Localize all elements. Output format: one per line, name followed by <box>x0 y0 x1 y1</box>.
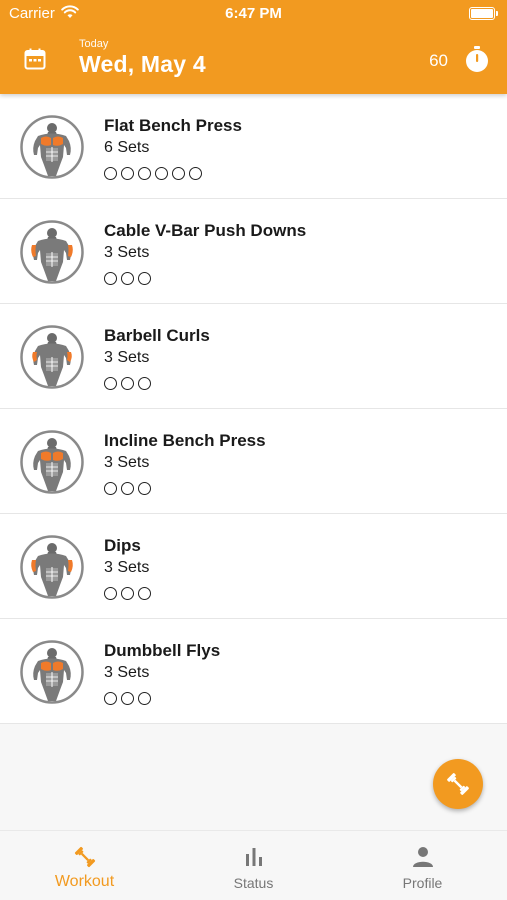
muscle-figure-icon <box>20 115 84 179</box>
calendar-icon[interactable] <box>23 47 47 71</box>
status-bar: Carrier 6:47 PM <box>0 0 507 28</box>
app-header: Carrier 6:47 PM Today Wed, May 4 60 <box>0 0 507 94</box>
set-indicator[interactable] <box>104 377 117 390</box>
clock: 6:47 PM <box>225 5 282 22</box>
tab-profile[interactable]: Profile <box>338 831 507 900</box>
exercise-list: Flat Bench Press 6 Sets Cable V-Bar Push D… <box>0 94 507 724</box>
set-indicator[interactable] <box>104 167 117 180</box>
set-progress <box>104 167 202 180</box>
dumbbell-icon <box>447 773 469 795</box>
muscle-figure-icon <box>20 640 84 704</box>
set-indicator[interactable] <box>189 167 202 180</box>
set-indicator[interactable] <box>104 272 117 285</box>
set-indicator[interactable] <box>121 167 134 180</box>
tab-status[interactable]: Status <box>169 831 338 900</box>
set-indicator[interactable] <box>104 587 117 600</box>
exercise-sets: 3 Sets <box>104 559 150 576</box>
set-progress <box>104 272 151 285</box>
tab-label: Status <box>233 875 274 891</box>
set-indicator[interactable] <box>138 482 151 495</box>
set-indicator[interactable] <box>138 272 151 285</box>
exercise-row[interactable]: Incline Bench Press 3 Sets <box>0 409 507 514</box>
exercise-row[interactable]: Barbell Curls 3 Sets <box>0 304 507 409</box>
exercise-row[interactable]: Flat Bench Press 6 Sets <box>0 94 507 199</box>
set-indicator[interactable] <box>138 587 151 600</box>
set-indicator[interactable] <box>138 377 151 390</box>
muscle-figure-icon <box>20 535 84 599</box>
set-indicator[interactable] <box>121 587 134 600</box>
exercise-sets: 3 Sets <box>104 454 150 471</box>
rest-timer-value[interactable]: 60 <box>429 51 448 71</box>
exercise-name: Cable V-Bar Push Downs <box>104 221 307 240</box>
date-subtitle: Today <box>79 38 109 50</box>
muscle-figure-icon <box>20 430 84 494</box>
set-indicator[interactable] <box>138 692 151 705</box>
exercise-sets: 3 Sets <box>104 244 150 261</box>
set-progress <box>104 377 151 390</box>
set-indicator[interactable] <box>172 167 185 180</box>
exercise-row[interactable]: Dips 3 Sets <box>0 514 507 619</box>
stopwatch-icon[interactable] <box>464 45 490 73</box>
set-indicator[interactable] <box>121 272 134 285</box>
set-indicator[interactable] <box>104 692 117 705</box>
set-indicator[interactable] <box>121 482 134 495</box>
set-indicator[interactable] <box>121 692 134 705</box>
tab-workout[interactable]: Workout <box>0 831 169 900</box>
set-indicator[interactable] <box>104 482 117 495</box>
tab-label: Profile <box>402 875 443 891</box>
exercise-name: Barbell Curls <box>104 326 210 345</box>
exercise-sets: 6 Sets <box>104 139 150 156</box>
set-progress <box>104 692 151 705</box>
muscle-figure-icon <box>20 220 84 284</box>
set-indicator[interactable] <box>121 377 134 390</box>
set-indicator[interactable] <box>138 167 151 180</box>
tab-label: Workout <box>54 873 115 890</box>
exercise-name: Dips <box>104 536 141 555</box>
exercise-name: Dumbbell Flys <box>104 641 221 660</box>
exercise-name: Incline Bench Press <box>104 431 266 450</box>
dumbbell-icon <box>74 846 95 868</box>
muscle-figure-icon <box>20 325 84 389</box>
exercise-sets: 3 Sets <box>104 349 150 366</box>
exercise-name: Flat Bench Press <box>104 116 242 135</box>
set-progress <box>104 587 151 600</box>
battery-icon <box>469 7 498 20</box>
exercise-row[interactable]: Dumbbell Flys 3 Sets <box>0 619 507 724</box>
person-icon <box>412 847 433 867</box>
bar-chart-icon <box>245 848 262 866</box>
date-selector[interactable]: Today Wed, May 4 <box>79 38 206 78</box>
add-exercise-button[interactable] <box>433 759 483 809</box>
exercise-row[interactable]: Cable V-Bar Push Downs 3 Sets <box>0 199 507 304</box>
exercise-sets: 3 Sets <box>104 664 150 681</box>
date-title: Wed, May 4 <box>79 51 206 77</box>
tab-bar: Workout Status Profile <box>0 830 507 900</box>
set-indicator[interactable] <box>155 167 168 180</box>
set-progress <box>104 482 151 495</box>
